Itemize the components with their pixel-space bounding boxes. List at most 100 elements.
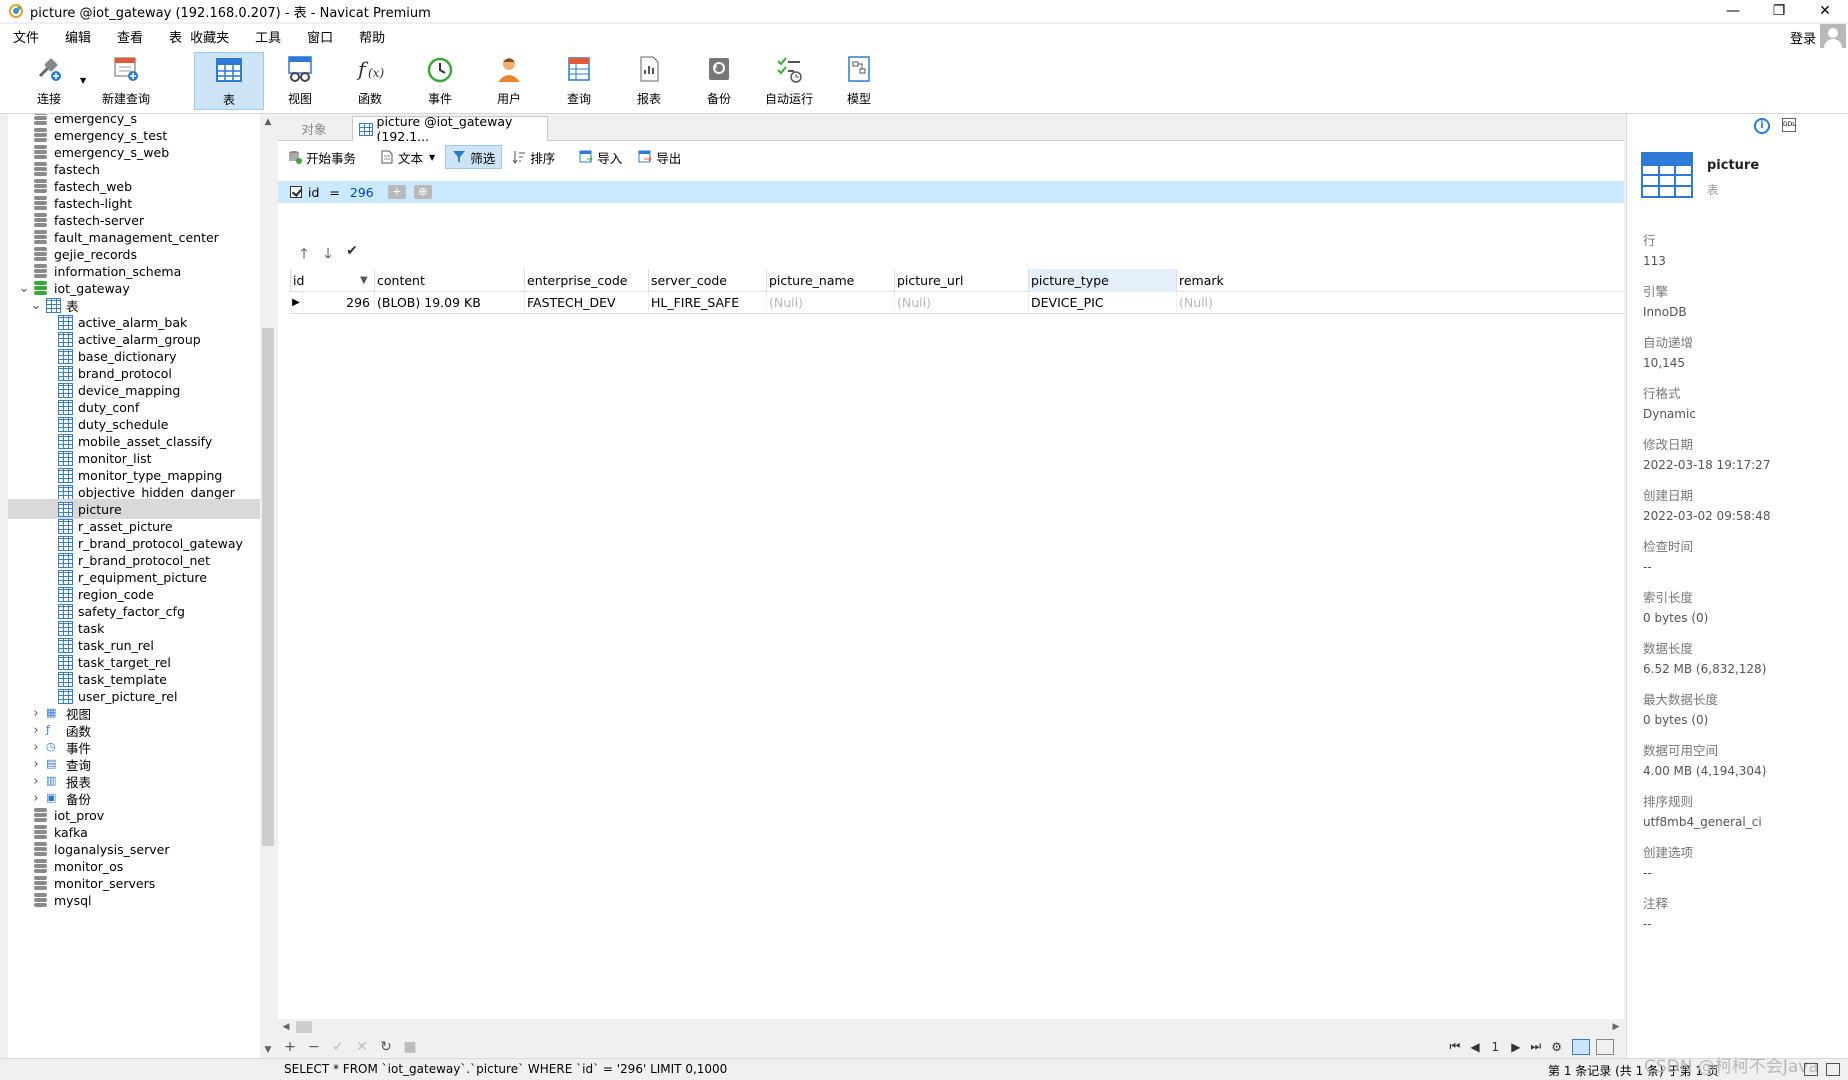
apply-icon[interactable]: ✓ <box>326 1039 350 1055</box>
filter-field[interactable]: id <box>308 185 319 200</box>
new-query-button[interactable]: 新建查询 <box>90 52 162 110</box>
user-button[interactable]: 用户 <box>474 52 544 110</box>
cell-remark[interactable]: (Null) <box>1176 292 1624 314</box>
horizontal-scrollbar[interactable]: ◀ ▶ <box>278 1019 1624 1035</box>
hscroll-thumb[interactable] <box>296 1021 312 1033</box>
cell-picture-type[interactable]: DEVICE_PIC <box>1028 292 1176 314</box>
chevron-right-icon[interactable]: › <box>30 740 42 755</box>
restore-button[interactable]: ❐ <box>1756 0 1802 22</box>
tab-picture-table[interactable]: picture @iot_gateway (192.1... <box>352 114 548 144</box>
query-button[interactable]: 查询 <box>544 52 614 110</box>
chevron-right-icon[interactable]: › <box>30 706 42 721</box>
grid-view-icon[interactable] <box>1572 1038 1590 1055</box>
minimize-button[interactable]: — <box>1710 0 1756 22</box>
property-item: 自动递增 10,145 <box>1643 332 1843 370</box>
form-view-icon[interactable] <box>1596 1038 1614 1055</box>
arrow-up-icon[interactable]: 🡑 <box>292 243 316 267</box>
add-row-icon[interactable]: + <box>278 1039 302 1055</box>
navigation-tree[interactable]: emergency_s emergency_s_test emergency_s_w… <box>8 114 260 1058</box>
import-button[interactable]: 导入 <box>573 145 628 169</box>
menu-window[interactable]: 窗口 <box>294 27 346 46</box>
panel-icon[interactable] <box>1826 1063 1840 1076</box>
menu-file[interactable]: 文件 <box>0 27 52 46</box>
sort-button[interactable]: 排序 <box>506 145 561 169</box>
scroll-up-icon[interactable]: ▲ <box>260 114 276 130</box>
delete-row-icon[interactable]: − <box>302 1039 326 1055</box>
add-filter-button[interactable]: + <box>387 185 406 199</box>
chevron-down-icon[interactable]: ⌄ <box>30 298 42 313</box>
refresh-icon[interactable]: ↻ <box>374 1039 398 1055</box>
column-header-enterprise-code[interactable]: enterprise_code <box>524 269 648 292</box>
filter-operator[interactable]: = <box>329 185 339 200</box>
filter-enabled-checkbox[interactable] <box>290 186 302 198</box>
first-page-icon[interactable]: ⏮ <box>1450 1039 1461 1054</box>
last-page-icon[interactable]: ⏭ <box>1530 1039 1541 1054</box>
cell-server-code[interactable]: HL_FIRE_SAFE <box>648 292 766 314</box>
scroll-left-icon[interactable]: ◀ <box>278 1019 294 1035</box>
settings-gear-icon[interactable]: ⚙ <box>1551 1040 1562 1054</box>
sidebar-scrollbar[interactable]: ▲ ▼ <box>260 114 276 1058</box>
scroll-right-icon[interactable]: ▶ <box>1608 1019 1624 1035</box>
checkmark-icon[interactable]: ✔ <box>340 243 364 267</box>
chevron-down-icon[interactable]: ▼ <box>429 153 435 162</box>
prev-page-icon[interactable]: ◀ <box>1470 1040 1479 1054</box>
filter-options-button[interactable]: ⊕ <box>413 185 432 199</box>
arrow-down-icon[interactable]: 🡓 <box>316 243 340 267</box>
report-button[interactable]: 报表 <box>614 52 684 110</box>
column-header-remark[interactable]: remark <box>1176 269 1624 292</box>
chevron-right-icon[interactable]: › <box>30 791 42 806</box>
automation-button[interactable]: 自动运行 <box>754 52 824 110</box>
cell-id[interactable]: 296 <box>302 292 374 314</box>
view-button[interactable]: 视图 <box>265 52 335 110</box>
scrollbar-thumb[interactable] <box>262 328 274 846</box>
connect-button[interactable]: 连接 <box>14 52 84 110</box>
stop-icon[interactable]: ■ <box>398 1039 422 1055</box>
event-button[interactable]: 事件 <box>405 52 475 110</box>
chevron-right-icon[interactable]: › <box>30 774 42 789</box>
column-header-server-code[interactable]: server_code <box>648 269 766 292</box>
column-header-content[interactable]: content <box>374 269 524 292</box>
function-button[interactable]: f (x) 函数 <box>335 52 405 110</box>
login-link[interactable]: 登录 <box>1790 28 1816 47</box>
next-page-icon[interactable]: ▶ <box>1511 1040 1520 1054</box>
table-button[interactable]: 表 <box>194 52 264 110</box>
chevron-down-icon[interactable]: ⌄ <box>18 281 30 296</box>
column-header-picture-name[interactable]: picture_name <box>766 269 894 292</box>
cell-picture-url[interactable]: (Null) <box>894 292 1028 314</box>
menu-edit[interactable]: 编辑 <box>52 27 104 46</box>
connect-dropdown-icon[interactable]: ▼ <box>80 76 86 85</box>
menu-view[interactable]: 查看 <box>104 27 156 46</box>
layout-icon[interactable] <box>1804 1063 1818 1076</box>
cell-picture-name[interactable]: (Null) <box>766 292 894 314</box>
cell-enterprise-code[interactable]: FASTECH_DEV <box>524 292 648 314</box>
ddl-icon[interactable]: DDL <box>1782 118 1796 132</box>
menu-help[interactable]: 帮助 <box>346 27 398 46</box>
column-header-picture-url[interactable]: picture_url <box>894 269 1028 292</box>
chevron-right-icon[interactable]: › <box>30 723 42 738</box>
table-row[interactable]: ▶ 296 (BLOB) 19.09 KB FASTECH_DEV HL_FIRE_S… <box>290 292 1624 314</box>
backup-button[interactable]: 备份 <box>684 52 754 110</box>
chevron-right-icon[interactable]: › <box>30 757 42 772</box>
user-avatar-icon[interactable] <box>1820 24 1846 50</box>
property-value: -- <box>1643 560 1652 574</box>
column-header-picture-type[interactable]: picture_type <box>1028 269 1176 292</box>
page-number[interactable]: 1 <box>1492 1040 1500 1054</box>
text-view-button[interactable]: 文本 ▼ <box>374 145 441 169</box>
filter-funnel-icon[interactable]: ▼ <box>360 269 368 292</box>
export-button[interactable]: 导出 <box>632 145 687 169</box>
object-name: picture <box>1707 158 1760 173</box>
menu-favorites[interactable]: 收藏夹 <box>186 27 242 46</box>
tree-database[interactable]: mysql <box>8 890 260 910</box>
filter-value[interactable]: 296 <box>350 185 374 200</box>
begin-transaction-button[interactable]: 开始事务 <box>282 145 362 169</box>
filter-button[interactable]: 筛选 <box>445 145 503 169</box>
cell-content[interactable]: (BLOB) 19.09 KB <box>374 292 524 314</box>
tab-objects[interactable]: 对象 <box>278 116 350 141</box>
scroll-down-icon[interactable]: ▼ <box>260 1042 276 1058</box>
model-button[interactable]: 模型 <box>824 52 894 110</box>
close-button[interactable]: ✕ <box>1802 0 1848 22</box>
discard-icon[interactable]: ✕ <box>350 1039 374 1055</box>
info-icon[interactable]: i <box>1754 118 1770 134</box>
menu-table[interactable]: 表 <box>156 27 186 46</box>
menu-tools[interactable]: 工具 <box>242 27 294 46</box>
